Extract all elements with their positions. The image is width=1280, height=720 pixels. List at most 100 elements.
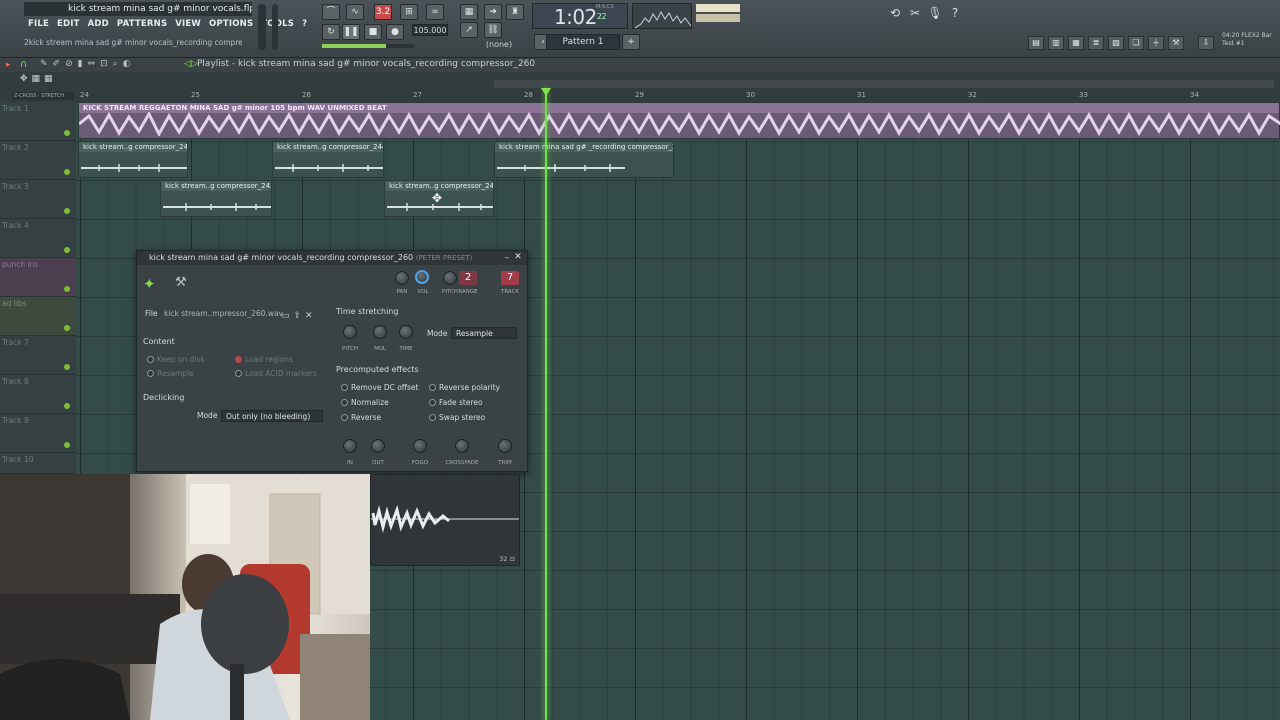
track-header-5[interactable]: punch ins <box>0 258 76 297</box>
loop-icon[interactable]: ↻ <box>322 24 340 40</box>
view-icons[interactable]: ✥▦▦ <box>20 74 57 84</box>
pattern-number[interactable]: 3.2 <box>374 4 392 20</box>
stop-button[interactable]: ■ <box>364 24 382 40</box>
snap-icon[interactable]: ∩ <box>20 59 27 70</box>
track-header-6[interactable]: ad libs <box>0 297 76 336</box>
scroll-strip[interactable] <box>494 80 1274 88</box>
pattern-add-icon[interactable]: + <box>622 34 640 50</box>
piano-roll-icon[interactable]: ▥ <box>1048 36 1064 50</box>
plug-icon[interactable]: ⏚ <box>1148 36 1164 50</box>
pitch-knob[interactable] <box>443 271 457 285</box>
menu-options[interactable]: OPTIONS <box>205 18 257 32</box>
pan-knob[interactable] <box>395 271 409 285</box>
swap-stereo-option[interactable]: Swap stereo <box>429 413 485 422</box>
loop-record-icon[interactable]: ∞ <box>426 4 444 20</box>
track-mute-led[interactable] <box>64 403 70 409</box>
plugin-icon[interactable]: ❏ <box>1128 36 1144 50</box>
typing-keyboard-icon[interactable]: ▦ <box>460 4 478 20</box>
arrow-left-icon[interactable]: ▸ <box>6 60 11 70</box>
menu-patterns[interactable]: PATTERNS <box>113 18 171 32</box>
song-mode-icon[interactable]: ⌒ <box>322 4 340 20</box>
menu-view[interactable]: VIEW <box>171 18 205 32</box>
wrench-tab-icon[interactable]: ⚒ <box>175 275 187 290</box>
track-header-3[interactable]: Track 3 <box>0 180 76 219</box>
track-header-2[interactable]: Track 2 <box>0 141 76 180</box>
news-panel[interactable]: 04:20 FLEX2 Bar Test #1 <box>1222 32 1278 48</box>
close-icon[interactable]: ✕ <box>513 253 523 263</box>
minimize-icon[interactable]: – <box>505 253 510 263</box>
fx-trim-knob[interactable] <box>498 439 512 453</box>
reset-icon[interactable]: ⟲ <box>886 4 904 22</box>
ts-pitch-knob[interactable] <box>343 325 357 339</box>
help-icon[interactable]: ? <box>946 4 964 22</box>
playlist-arrow-icon[interactable]: ◁▷ <box>184 59 198 69</box>
pitch-range-value[interactable]: 2 <box>459 271 477 285</box>
track-header-1[interactable]: Track 1 <box>0 102 76 141</box>
track-mute-led[interactable] <box>64 286 70 292</box>
ts-mode-select[interactable]: Resample <box>451 327 517 339</box>
playlist-icon[interactable]: ▤ <box>1028 36 1044 50</box>
pause-button[interactable]: ❚❚ <box>342 24 360 40</box>
blend-notes-icon[interactable]: ♜ <box>506 4 524 20</box>
track-mute-led[interactable] <box>64 169 70 175</box>
mixer-icon[interactable]: ≣ <box>1088 36 1104 50</box>
metronome-icon[interactable]: ∿ <box>346 4 364 20</box>
keep-on-disk-option[interactable]: Keep on disk <box>147 355 205 364</box>
track-mute-led[interactable] <box>64 364 70 370</box>
track-header-8[interactable]: Track 8 <box>0 375 76 414</box>
audio-clip-244[interactable]: kick stream..g compressor_244 <box>272 141 384 178</box>
track-mute-led[interactable] <box>64 325 70 331</box>
sample-waveform-preview[interactable]: 32 ⊡ <box>370 474 520 566</box>
reverse-option[interactable]: Reverse <box>341 413 381 422</box>
menu-file[interactable]: FILE <box>24 18 53 32</box>
tool-icon[interactable]: ⚒ <box>1168 36 1184 50</box>
tool-strip[interactable]: ✎✐⊘▮⇔⊡⌕◐ <box>40 59 136 69</box>
track-header-7[interactable]: Track 7 <box>0 336 76 375</box>
fx-out-knob[interactable] <box>371 439 385 453</box>
mic-icon[interactable]: 🎙 <box>926 4 944 22</box>
link-icon[interactable]: ↗ <box>460 22 478 38</box>
master-volume-slider[interactable] <box>258 4 266 50</box>
wait-input-icon[interactable]: ⊞ <box>400 4 418 20</box>
file-action-icons[interactable]: ▭⇪✕ <box>281 311 317 321</box>
ts-mul-knob[interactable] <box>373 325 387 339</box>
audio-clip-260[interactable]: kick stream mina sad g# _recording compr… <box>494 141 674 178</box>
playhead[interactable] <box>545 88 547 720</box>
fx-in-knob[interactable] <box>343 439 357 453</box>
track-mute-led[interactable] <box>64 247 70 253</box>
chain-icon[interactable]: ⛓ <box>484 22 502 38</box>
reverse-polarity-option[interactable]: Reverse polarity <box>429 383 500 392</box>
midi-input-label[interactable]: (none) <box>476 40 522 52</box>
fx-crossfade-knob[interactable] <box>455 439 469 453</box>
track-header-10[interactable]: Track 10 <box>0 453 76 474</box>
resample-option[interactable]: Resample <box>147 369 194 378</box>
volume-knob[interactable] <box>415 270 429 284</box>
main-volume-bar[interactable] <box>322 44 414 48</box>
download-icon[interactable]: ⇩ <box>1198 36 1214 50</box>
pattern-selector[interactable]: Pattern 1 <box>546 34 620 50</box>
window-titlebar[interactable]: kick stream mina sad g# minor vocals_rec… <box>137 251 527 265</box>
time-display[interactable]: 1:0222 <box>532 3 628 29</box>
fx-fogo-knob[interactable] <box>413 439 427 453</box>
audio-clip-243[interactable]: kick stream..g compressor_243 <box>160 180 272 217</box>
load-regions-option[interactable]: Load regions <box>235 355 293 364</box>
track-mute-led[interactable] <box>64 130 70 136</box>
record-button[interactable]: ● <box>386 24 404 40</box>
menu-edit[interactable]: EDIT <box>53 18 84 32</box>
time-marker-bar[interactable]: Z-CROSS · STRETCH <box>12 92 74 100</box>
audio-clip-241[interactable]: kick stream..g compressor_241 <box>78 141 188 178</box>
track-mute-led[interactable] <box>64 442 70 448</box>
wave-zoom-label[interactable]: 32 ⊡ <box>499 555 515 563</box>
ts-time-knob[interactable] <box>399 325 413 339</box>
playhead-marker-icon[interactable] <box>541 88 551 96</box>
fade-stereo-option[interactable]: Fade stereo <box>429 398 483 407</box>
file-name[interactable]: kick stream..mpressor_260.wav <box>164 309 283 318</box>
declick-mode-select[interactable]: Out only (no bleeding) <box>221 410 323 422</box>
channel-rack-icon[interactable]: ▦ <box>1068 36 1084 50</box>
tempo-display[interactable]: 105.000 <box>412 24 448 36</box>
track-mute-led[interactable] <box>64 208 70 214</box>
sample-wave-tab-icon[interactable]: ✦ <box>143 275 156 293</box>
audio-clip-main[interactable]: KICK STREAM REGGAETON MINA SAD g# minor … <box>78 102 1280 139</box>
browser-icon[interactable]: ▨ <box>1108 36 1124 50</box>
master-pitch-slider[interactable] <box>272 4 278 50</box>
